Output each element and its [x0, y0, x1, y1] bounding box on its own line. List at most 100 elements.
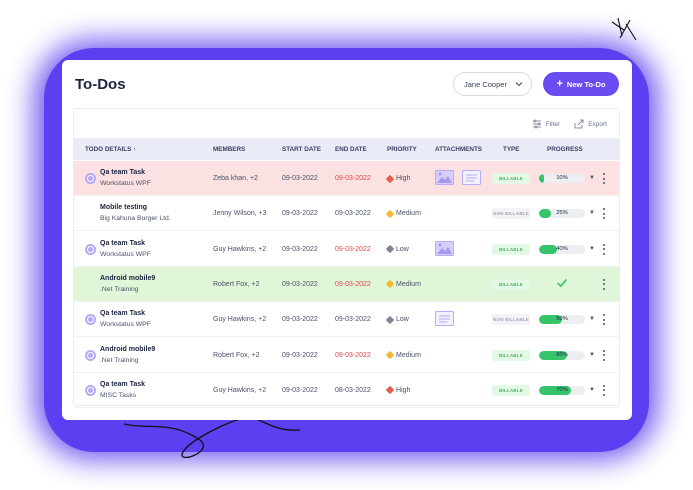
progress-label: 70%	[556, 386, 568, 393]
row-menu-icon[interactable]	[602, 314, 605, 326]
task-members: Guy Hawkins, +2	[213, 245, 267, 253]
task-project: .Net Training	[100, 285, 139, 293]
task-project: Workstatus WPF	[100, 180, 151, 187]
task-start-date: 09-03-2022	[282, 351, 318, 359]
task-status-icon[interactable]	[85, 173, 96, 184]
task-name[interactable]: Qa team Task	[100, 169, 145, 176]
priority-label: Low	[396, 245, 409, 253]
chevron-down-icon	[515, 82, 523, 87]
user-select-value: Jane Cooper	[464, 79, 507, 89]
task-end-date: 09-03-2022	[335, 245, 371, 253]
task-start-date: 09-03-2022	[282, 210, 318, 218]
task-project: Workstatus WPF	[100, 321, 151, 329]
progress-dropdown-icon[interactable]: ▼	[589, 175, 595, 181]
table-row[interactable]: Qa team Task Workstatus WPF Zeba khan, +2 0…	[74, 161, 619, 196]
progress-label: 60%	[556, 351, 568, 358]
todos-table: Filter Export TODO DETAILS ↑ MEMBERS STA…	[73, 108, 620, 408]
task-priority: Medium	[385, 350, 421, 360]
task-end-date: 08-03-2022	[335, 386, 371, 394]
task-name[interactable]: Qa team Task	[100, 240, 145, 247]
task-name[interactable]: Android mobile9	[100, 346, 155, 353]
task-status-icon[interactable]	[85, 243, 96, 255]
filter-button[interactable]: Filter	[532, 119, 560, 129]
image-attachment-icon[interactable]	[435, 240, 454, 258]
filter-label: Filter	[545, 120, 561, 128]
row-menu-icon[interactable]	[602, 278, 605, 290]
task-end-date: 09-03-2022	[335, 280, 371, 288]
type-badge: NON BILLABLE	[492, 314, 530, 326]
progress-label: 10%	[556, 175, 568, 181]
progress-dropdown-icon[interactable]: ▼	[589, 352, 595, 358]
col-todo-details[interactable]: TODO DETAILS ↑	[85, 146, 136, 153]
row-menu-icon[interactable]	[602, 349, 605, 361]
table-row[interactable]: Qa team Task MISC Tasks Guy Hawkins, +2 09-…	[74, 373, 619, 408]
progress-bar: 40%	[539, 244, 585, 254]
task-name[interactable]: Mobile testing	[100, 204, 147, 211]
row-menu-icon[interactable]	[602, 384, 605, 396]
priority-label: Medium	[396, 280, 421, 288]
progress-label: 40%	[556, 245, 568, 252]
progress-dropdown-icon[interactable]: ▼	[589, 246, 595, 252]
task-end-date: 09-03-2022	[335, 316, 371, 324]
task-status-icon[interactable]	[85, 349, 96, 361]
col-start-date: START DATE	[282, 146, 321, 153]
priority-diamond-icon	[385, 174, 395, 183]
image-attachment-icon[interactable]	[435, 170, 454, 187]
task-name[interactable]: Qa team Task	[100, 310, 145, 317]
row-menu-icon[interactable]	[602, 173, 605, 184]
filter-icon	[532, 119, 541, 129]
type-badge: BILLABLE	[492, 349, 530, 361]
table-row[interactable]: Mobile testing Big Kahuna Burger Ltd. Jenn…	[74, 196, 619, 232]
task-status-icon[interactable]	[85, 314, 96, 326]
table-row[interactable]: Android mobile9 .Net Training Robert Fox, …	[74, 338, 619, 373]
task-project: Workstatus WPF	[100, 250, 151, 258]
page-title: To-Dos	[75, 76, 126, 93]
row-menu-icon[interactable]	[602, 208, 605, 220]
task-project: MISC Tasks	[100, 391, 137, 399]
type-badge: BILLABLE	[492, 243, 530, 255]
progress-label: 50%	[556, 316, 568, 323]
priority-label: Medium	[396, 210, 421, 218]
task-priority: High	[385, 386, 411, 395]
todos-card: To-Dos Jane Cooper + New To-Do Filter Ex…	[62, 60, 632, 420]
document-attachment-icon[interactable]	[435, 311, 454, 328]
document-attachment-icon[interactable]	[462, 170, 481, 187]
priority-diamond-icon	[385, 315, 395, 324]
table-header: TODO DETAILS ↑ MEMBERS START DATE END DA…	[74, 138, 619, 160]
task-members: Guy Hawkins, +2	[213, 316, 267, 324]
new-todo-label: New To-Do	[566, 79, 606, 89]
task-name[interactable]: Android mobile9	[100, 275, 155, 282]
table-row[interactable]: Qa team Task Workstatus WPF Guy Hawkins, +…	[74, 232, 619, 267]
col-type: TYPE	[503, 146, 520, 153]
col-members: MEMBERS	[213, 146, 246, 153]
task-priority: Medium	[385, 209, 421, 219]
user-select-dropdown[interactable]: Jane Cooper	[453, 72, 532, 96]
priority-diamond-icon	[385, 350, 395, 360]
new-todo-button[interactable]: + New To-Do	[543, 72, 619, 96]
task-members: Zeba khan, +2	[213, 175, 258, 182]
priority-diamond-icon	[385, 209, 395, 219]
task-end-date: 09-03-2022	[335, 210, 371, 218]
row-menu-icon[interactable]	[602, 243, 605, 255]
progress-bar: 10%	[539, 174, 585, 183]
col-end-date: END DATE	[335, 146, 367, 153]
export-button[interactable]: Export	[574, 119, 607, 129]
priority-label: High	[396, 386, 411, 394]
task-priority: High	[385, 174, 411, 183]
col-priority: PRIORITY	[387, 146, 417, 153]
progress-label: 25%	[556, 210, 568, 217]
type-badge: BILLABLE	[492, 384, 530, 396]
priority-label: High	[396, 175, 411, 182]
progress-bar: 70%	[539, 385, 585, 395]
progress-dropdown-icon[interactable]: ▼	[589, 387, 595, 393]
task-start-date: 09-03-2022	[282, 386, 318, 394]
task-name[interactable]: Qa team Task	[100, 381, 145, 388]
progress-dropdown-icon[interactable]: ▼	[589, 316, 595, 322]
table-row[interactable]: Android mobile9 .Net Training Robert Fox, …	[74, 266, 619, 302]
check-icon	[557, 279, 567, 288]
progress-dropdown-icon[interactable]: ▼	[589, 210, 595, 216]
table-row[interactable]: Qa team Task Workstatus WPF Guy Hawkins, +…	[74, 302, 619, 338]
priority-diamond-icon	[385, 386, 395, 395]
task-status-icon[interactable]	[85, 384, 96, 396]
priority-diamond-icon	[385, 244, 395, 254]
